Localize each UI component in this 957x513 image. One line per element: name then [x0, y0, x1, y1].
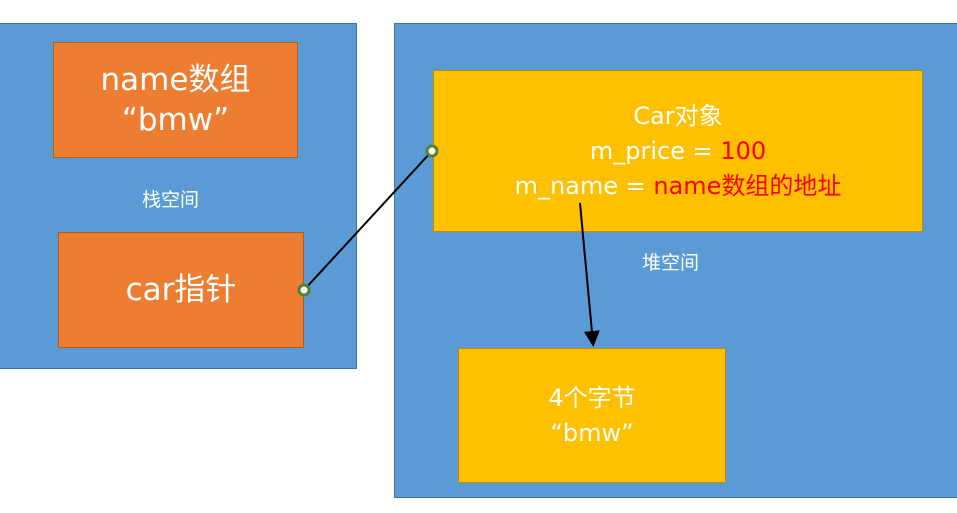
name-address-arrow [579, 202, 600, 347]
pointer-start-dot [297, 283, 311, 297]
pointer-end-dot [425, 144, 439, 158]
pointer-connector-line [303, 150, 433, 291]
connectors [297, 144, 600, 347]
